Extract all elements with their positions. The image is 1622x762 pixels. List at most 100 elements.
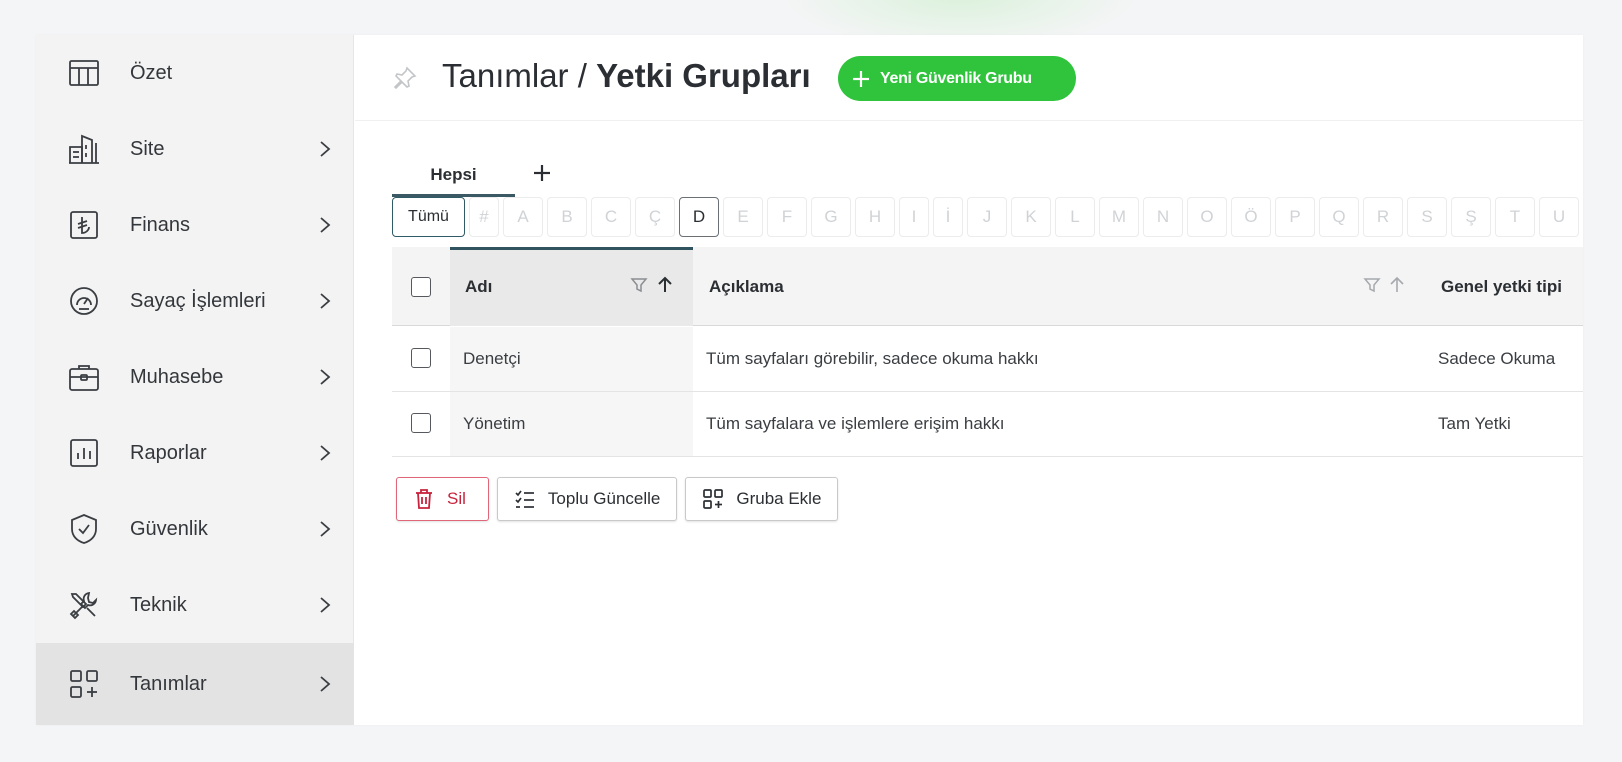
cell-description: Tüm sayfalara ve işlemlere erişim hakkı — [706, 414, 1005, 433]
letter-filter-item[interactable]: U — [1539, 197, 1579, 237]
letter-filter-item[interactable]: P — [1275, 197, 1315, 237]
column-header-name[interactable]: Adı — [465, 277, 492, 297]
sidebar-item-label: Sayaç İşlemleri — [130, 289, 266, 312]
row-checkbox[interactable] — [411, 348, 431, 368]
sidebar-item-label: Raporlar — [130, 441, 207, 464]
letter-filter-item[interactable]: N — [1143, 197, 1183, 237]
letter-filter-item[interactable]: Ö — [1231, 197, 1271, 237]
sidebar-item-muhasebe[interactable]: Muhasebe — [36, 339, 354, 415]
letter-filter-item[interactable]: C — [591, 197, 631, 237]
sidebar-item-sayac-islemleri[interactable]: Sayaç İşlemleri — [36, 263, 354, 339]
lira-icon — [68, 209, 100, 241]
grid-plus-icon — [68, 668, 100, 700]
bulk-update-button[interactable]: Toplu Güncelle — [496, 477, 678, 521]
letter-filter-all[interactable]: Tümü — [392, 197, 465, 237]
cell-name[interactable]: Denetçi — [463, 349, 521, 369]
building-icon — [68, 133, 100, 165]
sort-icon[interactable] — [1388, 276, 1406, 294]
pin-icon[interactable] — [392, 65, 418, 91]
plus-icon — [853, 70, 869, 87]
delete-label: Sil — [447, 489, 466, 508]
new-security-group-button[interactable]: Yeni Güvenlik Grubu — [838, 56, 1076, 101]
cell-description: Tüm sayfaları görebilir, sadece okuma ha… — [706, 349, 1039, 368]
chevron-right-icon — [318, 139, 332, 159]
filter-icon[interactable] — [630, 276, 648, 294]
breadcrumb-parent[interactable]: Tanımlar — [442, 57, 569, 94]
sidebar-item-label: Tanımlar — [130, 672, 207, 695]
chevron-right-icon — [318, 674, 332, 694]
column-header-description[interactable]: Açıklama — [709, 277, 784, 297]
letter-filter-item[interactable]: O — [1187, 197, 1227, 237]
table-row[interactable]: Denetçi Tüm sayfaları görebilir, sadece … — [392, 327, 1583, 392]
breadcrumb-current: Yetki Grupları — [596, 57, 811, 94]
bulk-update-label: Toplu Güncelle — [547, 489, 661, 508]
sidebar: Özet Site Finans Sayaç İşlemleri Muhaseb… — [36, 35, 354, 725]
bar-chart-icon — [68, 437, 100, 469]
cell-name[interactable]: Yönetim — [463, 414, 525, 434]
letter-filter-item[interactable]: I — [899, 197, 929, 237]
sidebar-item-label: Güvenlik — [130, 517, 208, 540]
chevron-right-icon — [318, 519, 332, 539]
table-actions: Sil Toplu Güncelle Gruba Ekle — [396, 477, 839, 521]
letter-filter-item[interactable]: J — [967, 197, 1007, 237]
trash-icon — [416, 489, 432, 509]
grid-plus-icon — [703, 489, 724, 509]
letter-filter-item[interactable]: B — [547, 197, 587, 237]
sort-ascending-icon[interactable] — [656, 276, 674, 294]
page-header: Tanımlar / Yetki Grupları Yeni Güvenlik … — [355, 35, 1583, 121]
letter-filter-item[interactable]: D — [679, 197, 719, 237]
briefcase-icon — [68, 361, 100, 393]
select-all-checkbox[interactable] — [411, 277, 431, 297]
letter-filter-item[interactable]: H — [855, 197, 895, 237]
letter-filter-item[interactable]: Ç — [635, 197, 675, 237]
add-to-group-button[interactable]: Gruba Ekle — [685, 477, 839, 521]
letter-filter-item[interactable]: F — [767, 197, 807, 237]
table-icon — [68, 57, 100, 89]
letter-filter-item[interactable]: T — [1495, 197, 1535, 237]
letter-filter-item[interactable]: R — [1363, 197, 1403, 237]
tab-all[interactable]: Hepsi — [392, 155, 515, 197]
filter-icon[interactable] — [1363, 276, 1381, 294]
chevron-right-icon — [318, 367, 332, 387]
delete-button[interactable]: Sil — [396, 477, 489, 521]
sidebar-item-ozet[interactable]: Özet — [36, 35, 354, 111]
add-to-group-label: Gruba Ekle — [736, 489, 822, 508]
letter-filter-item[interactable]: A — [503, 197, 543, 237]
sidebar-item-teknik[interactable]: Teknik — [36, 567, 354, 643]
table-row[interactable]: Yönetim Tüm sayfalara ve işlemlere erişi… — [392, 392, 1583, 457]
sidebar-item-label: Site — [130, 137, 165, 160]
sidebar-item-label: Finans — [130, 213, 191, 236]
page-title: Tanımlar / Yetki Grupları — [442, 57, 811, 95]
letter-filter-item[interactable]: İ — [933, 197, 963, 237]
add-tab-icon[interactable] — [530, 161, 554, 185]
main-content: Tanımlar / Yetki Grupları Yeni Güvenlik … — [355, 35, 1583, 725]
chevron-right-icon — [318, 595, 332, 615]
sidebar-item-raporlar[interactable]: Raporlar — [36, 415, 354, 491]
sidebar-item-site[interactable]: Site — [36, 111, 354, 187]
column-header-permission-type[interactable]: Genel yetki tipi — [1441, 277, 1562, 297]
sidebar-item-guvenlik[interactable]: Güvenlik — [36, 491, 354, 567]
shield-check-icon — [68, 513, 100, 545]
cell-permission-type: Sadece Okuma — [1438, 349, 1556, 368]
letter-filter-item[interactable]: # — [469, 197, 499, 237]
letter-filter-item[interactable]: G — [811, 197, 851, 237]
table-header: Adı Açıklama Genel yetki tipi — [392, 247, 1583, 326]
sidebar-item-label: Muhasebe — [130, 365, 224, 388]
letter-filter-item[interactable]: K — [1011, 197, 1051, 237]
letter-filter-item[interactable]: M — [1099, 197, 1139, 237]
letter-filter-item[interactable]: S — [1407, 197, 1447, 237]
sidebar-item-label: Özet — [130, 61, 173, 84]
sidebar-item-label: Teknik — [130, 593, 187, 616]
chevron-right-icon — [318, 215, 332, 235]
app-window: Özet Site Finans Sayaç İşlemleri Muhaseb… — [36, 35, 1583, 725]
chevron-right-icon — [318, 443, 332, 463]
letter-filter: Tümü # A B C Ç D E F G H I İ J K L M N O… — [392, 197, 1583, 237]
sidebar-item-tanimlar[interactable]: Tanımlar — [36, 643, 354, 725]
letter-filter-item[interactable]: L — [1055, 197, 1095, 237]
row-checkbox[interactable] — [411, 413, 431, 433]
breadcrumb-separator: / — [577, 57, 587, 94]
letter-filter-item[interactable]: Q — [1319, 197, 1359, 237]
sidebar-item-finans[interactable]: Finans — [36, 187, 354, 263]
letter-filter-item[interactable]: E — [723, 197, 763, 237]
letter-filter-item[interactable]: Ş — [1451, 197, 1491, 237]
